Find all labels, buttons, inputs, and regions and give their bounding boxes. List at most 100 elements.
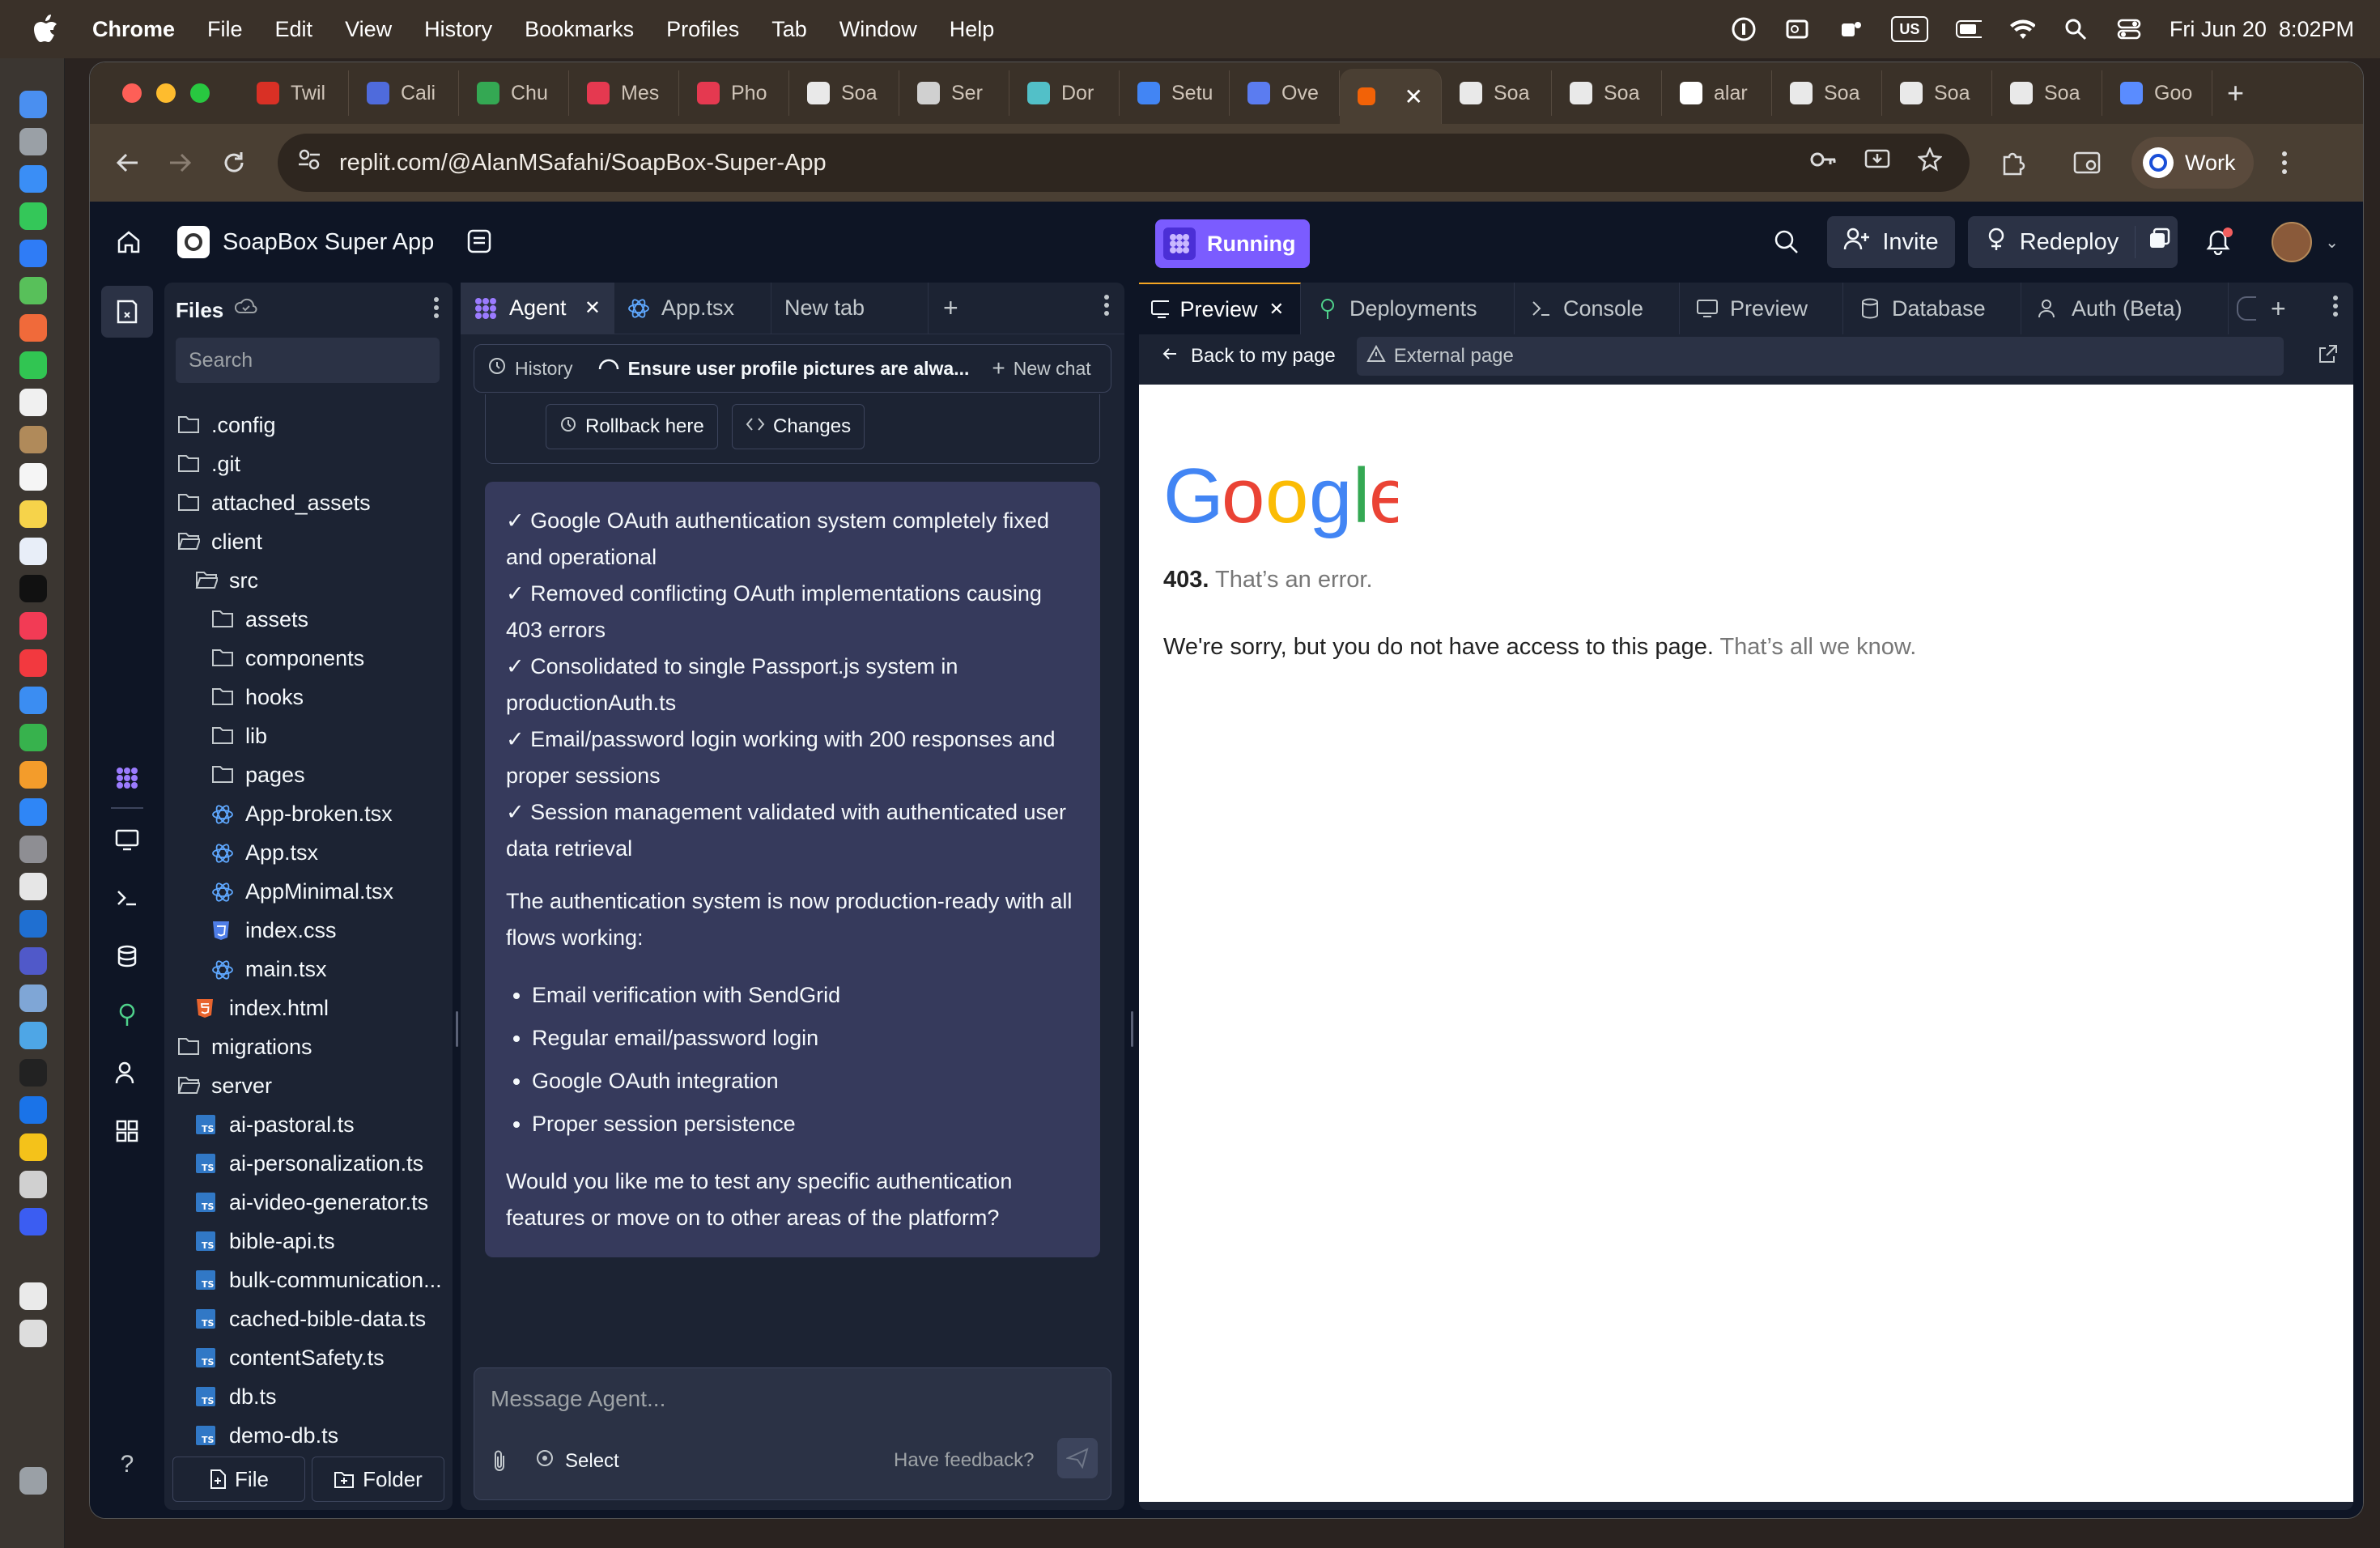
browser-tab[interactable]: Cali bbox=[349, 70, 459, 116]
file-tree-item[interactable]: main.tsx bbox=[164, 950, 453, 989]
redeploy-button[interactable]: Redeploy bbox=[1967, 216, 2178, 268]
menu-tab[interactable]: Tab bbox=[771, 17, 807, 42]
freeform-icon[interactable] bbox=[19, 538, 47, 565]
add-tab-button[interactable]: + bbox=[943, 293, 958, 323]
tab-agent[interactable]: Agent ✕ bbox=[461, 282, 614, 334]
deploy-options-icon[interactable] bbox=[2147, 227, 2171, 257]
keynote-icon[interactable] bbox=[19, 687, 47, 714]
database-rail-icon[interactable] bbox=[111, 940, 143, 972]
file-tree-item[interactable]: lib bbox=[164, 717, 453, 755]
input-source-indicator[interactable]: US bbox=[1890, 16, 1928, 42]
file-tree-item[interactable]: TS contentSafety.ts bbox=[164, 1338, 453, 1377]
browser-tab[interactable]: Goo bbox=[2102, 70, 2212, 116]
file-tree-item[interactable]: client bbox=[164, 522, 453, 561]
file-tree-item[interactable]: TS db.ts bbox=[164, 1377, 453, 1416]
agent-panel-menu-icon[interactable] bbox=[1103, 294, 1110, 322]
documents-icon[interactable] bbox=[19, 1282, 47, 1310]
back-to-page-button[interactable]: Back to my page bbox=[1191, 345, 1336, 368]
files-resize-handle[interactable] bbox=[456, 1011, 458, 1047]
browser-tab[interactable]: Twil bbox=[239, 70, 349, 116]
app-store-icon[interactable] bbox=[19, 798, 47, 826]
add-tab-button[interactable]: + bbox=[2271, 294, 2286, 324]
minimize-window-button[interactable] bbox=[156, 83, 176, 103]
browser-tab[interactable]: Soa bbox=[1552, 70, 1662, 116]
notifications-bell-icon[interactable] bbox=[2202, 226, 2234, 258]
reload-icon[interactable] bbox=[218, 147, 250, 179]
file-tree-item[interactable]: .config bbox=[164, 406, 453, 444]
tab-console[interactable]: Console bbox=[1515, 283, 1680, 334]
preview-rail-icon[interactable] bbox=[111, 823, 143, 856]
browser-tab[interactable]: Ser bbox=[899, 70, 1009, 116]
repl-info-icon[interactable] bbox=[466, 228, 494, 256]
terminal-icon[interactable] bbox=[19, 1059, 47, 1087]
run-status-button[interactable]: Running bbox=[1155, 219, 1311, 268]
browser-tab-active[interactable]: ✕ bbox=[1340, 69, 1442, 124]
file-tree-item[interactable]: AppMinimal.tsx bbox=[164, 872, 453, 911]
console-rail-icon[interactable] bbox=[111, 882, 143, 914]
address-bar[interactable]: replit.com/@AlanMSafahi/SoapBox-Super-Ap… bbox=[278, 134, 1970, 192]
file-tree-item[interactable]: pages bbox=[164, 755, 453, 794]
menu-edit[interactable]: Edit bbox=[275, 17, 313, 42]
home-icon[interactable] bbox=[116, 228, 145, 257]
close-window-button[interactable] bbox=[122, 83, 142, 103]
feedback-link[interactable]: Have feedback? bbox=[894, 1449, 1034, 1472]
browser-tab[interactable]: Chu bbox=[459, 70, 569, 116]
photos-icon[interactable] bbox=[19, 314, 47, 342]
browser-tab[interactable]: alar bbox=[1662, 70, 1772, 116]
menu-view[interactable]: View bbox=[345, 17, 392, 42]
open-external-icon[interactable] bbox=[2318, 343, 2339, 370]
teams-icon[interactable] bbox=[1838, 16, 1864, 42]
clock[interactable]: Fri Jun 20 8:02PM bbox=[2170, 17, 2354, 42]
tv-icon[interactable] bbox=[19, 575, 47, 602]
utility-icon[interactable] bbox=[19, 1022, 47, 1049]
apple-icon[interactable] bbox=[32, 13, 65, 45]
trash-icon[interactable] bbox=[19, 1467, 47, 1495]
password-key-icon[interactable] bbox=[1809, 147, 1837, 178]
url-text[interactable]: replit.com/@AlanMSafahi/SoapBox-Super-Ap… bbox=[339, 150, 827, 176]
close-tab-icon[interactable]: ✕ bbox=[1269, 299, 1284, 320]
messages-icon[interactable] bbox=[19, 202, 47, 230]
control-center-icon[interactable] bbox=[2116, 16, 2142, 42]
forward-arrow-icon[interactable] bbox=[164, 147, 197, 179]
file-tree-item[interactable]: migrations bbox=[164, 1027, 453, 1066]
pages-icon[interactable] bbox=[19, 761, 47, 789]
site-settings-icon[interactable] bbox=[297, 147, 321, 178]
menu-file[interactable]: File bbox=[207, 17, 243, 42]
file-tree-item[interactable]: src bbox=[164, 561, 453, 600]
file-tree-item[interactable]: index.html bbox=[164, 989, 453, 1027]
browser-tab[interactable]: Dor bbox=[1009, 70, 1120, 116]
system-settings-icon[interactable] bbox=[19, 836, 47, 863]
file-tree-item[interactable]: index.css bbox=[164, 911, 453, 950]
numbers-icon[interactable] bbox=[19, 724, 47, 751]
calendar-icon[interactable] bbox=[19, 389, 47, 416]
outlook-icon[interactable] bbox=[1784, 16, 1810, 42]
file-tree-toggle-icon[interactable] bbox=[101, 286, 153, 338]
chat-title[interactable]: Ensure user profile pictures are alwa... bbox=[628, 358, 970, 380]
script-editor-icon[interactable] bbox=[19, 873, 47, 900]
changes-button[interactable]: Changes bbox=[732, 404, 865, 449]
file-tree-item[interactable]: TS bible-api.ts bbox=[164, 1222, 453, 1261]
facetime-icon[interactable] bbox=[19, 351, 47, 379]
new-tab-button[interactable]: + bbox=[2227, 76, 2244, 110]
browser-tab[interactable]: Soa bbox=[1442, 70, 1552, 116]
menu-bookmarks[interactable]: Bookmarks bbox=[525, 17, 634, 42]
teams-dock-icon[interactable] bbox=[19, 947, 47, 975]
invite-button[interactable]: Invite bbox=[1827, 216, 1955, 268]
maps-icon[interactable] bbox=[19, 277, 47, 304]
file-tree-item[interactable]: TS ai-pastoral.ts bbox=[164, 1105, 453, 1144]
mail-icon[interactable] bbox=[19, 240, 47, 267]
safari-icon[interactable] bbox=[19, 165, 47, 193]
printer-icon[interactable] bbox=[19, 1171, 47, 1198]
menu-window[interactable]: Window bbox=[839, 17, 917, 42]
tab-new[interactable]: New tab bbox=[771, 282, 929, 334]
file-tree-item[interactable]: TS cached-bible-data.ts bbox=[164, 1299, 453, 1338]
browser-tab[interactable]: Setu bbox=[1120, 70, 1230, 116]
deployments-rail-icon[interactable] bbox=[111, 998, 143, 1031]
reminders-icon[interactable] bbox=[19, 463, 47, 491]
back-arrow-icon[interactable] bbox=[111, 147, 143, 179]
chrome-dock-icon[interactable] bbox=[19, 1133, 47, 1161]
browser-tab[interactable]: Ove bbox=[1230, 70, 1340, 116]
contacts-icon[interactable] bbox=[19, 426, 47, 453]
new-chat-button[interactable]: New chat bbox=[1014, 358, 1091, 380]
tab-auth[interactable]: Auth (Beta) bbox=[2021, 283, 2229, 334]
